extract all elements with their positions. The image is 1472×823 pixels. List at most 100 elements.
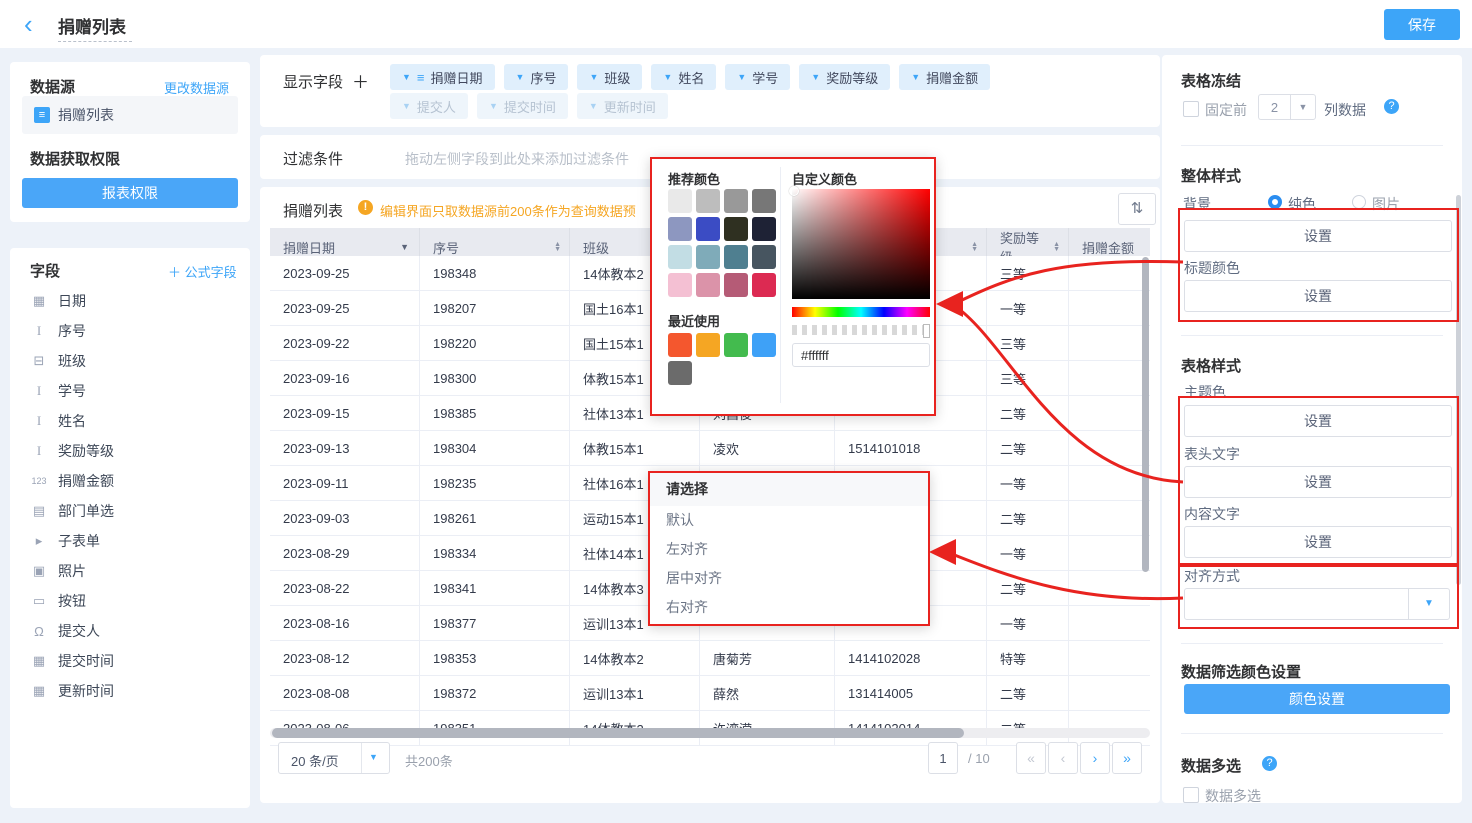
filter-dropzone[interactable]: 拖动左侧字段到此处来添加过滤条件 — [405, 149, 629, 169]
recommend-swatch[interactable] — [696, 245, 720, 269]
panel-scrollbar[interactable] — [1456, 195, 1461, 585]
table-horizontal-scrollbar[interactable] — [272, 728, 964, 738]
nav-last-button[interactable]: » — [1112, 742, 1142, 774]
display-chip-姓名[interactable]: ▼姓名 — [651, 64, 716, 90]
freeze-help-icon[interactable]: ? — [1384, 99, 1399, 114]
recommend-swatch[interactable] — [724, 217, 748, 241]
field-item-提交人[interactable]: Ω提交人 — [16, 616, 244, 646]
display-chip-序号[interactable]: ▼序号 — [504, 64, 569, 90]
table-vertical-scrollbar[interactable] — [1142, 257, 1149, 572]
save-button[interactable]: 保存 — [1384, 9, 1460, 40]
field-item-照片[interactable]: ▣照片 — [16, 556, 244, 586]
nav-first-button[interactable]: « — [1016, 742, 1046, 774]
display-chip-奖励等级[interactable]: ▼奖励等级 — [799, 64, 890, 90]
add-display-field-button[interactable]: ＋ — [352, 68, 369, 93]
sorter-icon: ▲▼ — [971, 242, 978, 252]
display-chip-提交时间[interactable]: ▼提交时间 — [477, 93, 568, 119]
hex-color-input[interactable] — [792, 343, 930, 367]
recent-swatch[interactable] — [696, 333, 720, 357]
align-mode-select[interactable]: ▼ — [1184, 588, 1450, 620]
recent-swatch[interactable] — [668, 333, 692, 357]
field-item-序号[interactable]: I序号 — [16, 316, 244, 346]
datasource-item[interactable]: ≡ 捐赠列表 — [22, 96, 238, 134]
recommend-swatch[interactable] — [668, 217, 692, 241]
theme-color-setting-button[interactable]: 设置 — [1184, 405, 1452, 437]
display-chip-捐赠日期[interactable]: ▼≡捐赠日期 — [390, 64, 495, 90]
hue-slider[interactable] — [792, 307, 930, 317]
recommend-swatch[interactable] — [724, 273, 748, 297]
recommend-swatch[interactable] — [668, 189, 692, 213]
page-size-select[interactable]: 20 条/页 ▼ — [278, 742, 390, 774]
title-color-setting-button[interactable]: 设置 — [1184, 280, 1452, 312]
field-item-学号[interactable]: I学号 — [16, 376, 244, 406]
display-chip-捐赠金额[interactable]: ▼捐赠金额 — [899, 64, 990, 90]
field-item-提交时间[interactable]: ▦提交时间 — [16, 646, 244, 676]
multi-select-help-icon[interactable]: ? — [1262, 756, 1277, 771]
recommend-swatch[interactable] — [696, 217, 720, 241]
table-cell — [1069, 291, 1150, 325]
report-permission-button[interactable]: 报表权限 — [22, 178, 238, 208]
recommend-swatch[interactable] — [696, 189, 720, 213]
content-text-setting-button[interactable]: 设置 — [1184, 526, 1452, 558]
field-item-姓名[interactable]: I姓名 — [16, 406, 244, 436]
recommend-swatch[interactable] — [724, 245, 748, 269]
field-item-按钮[interactable]: ▭按钮 — [16, 586, 244, 616]
align-option-左对齐[interactable]: 左对齐 — [650, 535, 928, 564]
custom-color-title: 自定义颜色 — [792, 169, 857, 188]
recommend-swatch[interactable] — [668, 273, 692, 297]
bg-solid-radio[interactable] — [1268, 195, 1282, 209]
field-item-奖励等级[interactable]: I奖励等级 — [16, 436, 244, 466]
theme-color-label: 主题色 — [1184, 382, 1226, 402]
background-setting-button[interactable]: 设置 — [1184, 220, 1452, 252]
recent-swatch[interactable] — [668, 361, 692, 385]
bg-image-radio[interactable] — [1352, 195, 1366, 209]
recent-swatch[interactable] — [724, 333, 748, 357]
nav-next-button[interactable]: › — [1080, 742, 1110, 774]
table-cell: 一等 — [987, 536, 1069, 570]
color-setting-button[interactable]: 颜色设置 — [1184, 684, 1450, 714]
display-chip-label: 捐赠金额 — [926, 68, 978, 87]
alpha-handle[interactable] — [923, 324, 930, 338]
saturation-picker[interactable] — [792, 189, 930, 299]
field-item-捐赠金额[interactable]: 123捐赠金额 — [16, 466, 244, 496]
button-icon: ▭ — [30, 593, 48, 609]
saturation-handle[interactable] — [789, 186, 799, 196]
multi-select-checkbox[interactable] — [1183, 787, 1199, 803]
field-item-子表单[interactable]: ▸子表单 — [16, 526, 244, 556]
recommend-swatch[interactable] — [752, 217, 776, 241]
nav-prev-button[interactable]: ‹ — [1048, 742, 1078, 774]
recommend-swatch[interactable] — [724, 189, 748, 213]
align-option-默认[interactable]: 默认 — [650, 506, 928, 535]
change-datasource-link[interactable]: 更改数据源 — [164, 78, 229, 97]
display-chip-更新时间[interactable]: ▼更新时间 — [577, 93, 668, 119]
display-chips-row-2: ▼提交人 ▼提交时间 ▼更新时间 — [390, 93, 1150, 119]
field-item-更新时间[interactable]: ▦更新时间 — [16, 676, 244, 706]
alpha-slider[interactable] — [792, 325, 930, 335]
recommend-swatch[interactable] — [752, 189, 776, 213]
recommend-swatch[interactable] — [696, 273, 720, 297]
back-icon[interactable]: ‹ — [24, 8, 33, 40]
recent-swatch[interactable] — [752, 333, 776, 357]
display-chip-班级[interactable]: ▼班级 — [577, 64, 642, 90]
recommend-swatch[interactable] — [752, 245, 776, 269]
formula-field-link[interactable]: ＋ 公式字段 — [168, 262, 237, 281]
bg-solid-label: 纯色 — [1288, 194, 1316, 214]
field-item-日期[interactable]: ▦日期 — [16, 286, 244, 316]
align-option-右对齐[interactable]: 右对齐 — [650, 593, 928, 622]
align-option-居中对齐[interactable]: 居中对齐 — [650, 564, 928, 593]
display-chip-提交人[interactable]: ▼提交人 — [390, 93, 468, 119]
page-title: 捐赠列表 — [58, 13, 126, 38]
freeze-count-input[interactable] — [1258, 94, 1290, 120]
recommend-swatch[interactable] — [752, 273, 776, 297]
chevron-down-icon: ▼ — [663, 72, 672, 82]
header-text-setting-button[interactable]: 设置 — [1184, 466, 1452, 498]
recommend-swatch[interactable] — [668, 245, 692, 269]
color-picker-popup: 推荐颜色 最近使用 自定义颜色 — [650, 157, 936, 416]
page-input[interactable] — [928, 742, 958, 774]
sort-order-button[interactable]: ⇅ — [1118, 193, 1156, 225]
display-chip-学号[interactable]: ▼学号 — [725, 64, 790, 90]
field-item-部门单选[interactable]: ▤部门单选 — [16, 496, 244, 526]
freeze-checkbox[interactable] — [1183, 101, 1199, 117]
freeze-count-caret[interactable]: ▼ — [1290, 94, 1316, 120]
field-item-班级[interactable]: ⊟班级 — [16, 346, 244, 376]
